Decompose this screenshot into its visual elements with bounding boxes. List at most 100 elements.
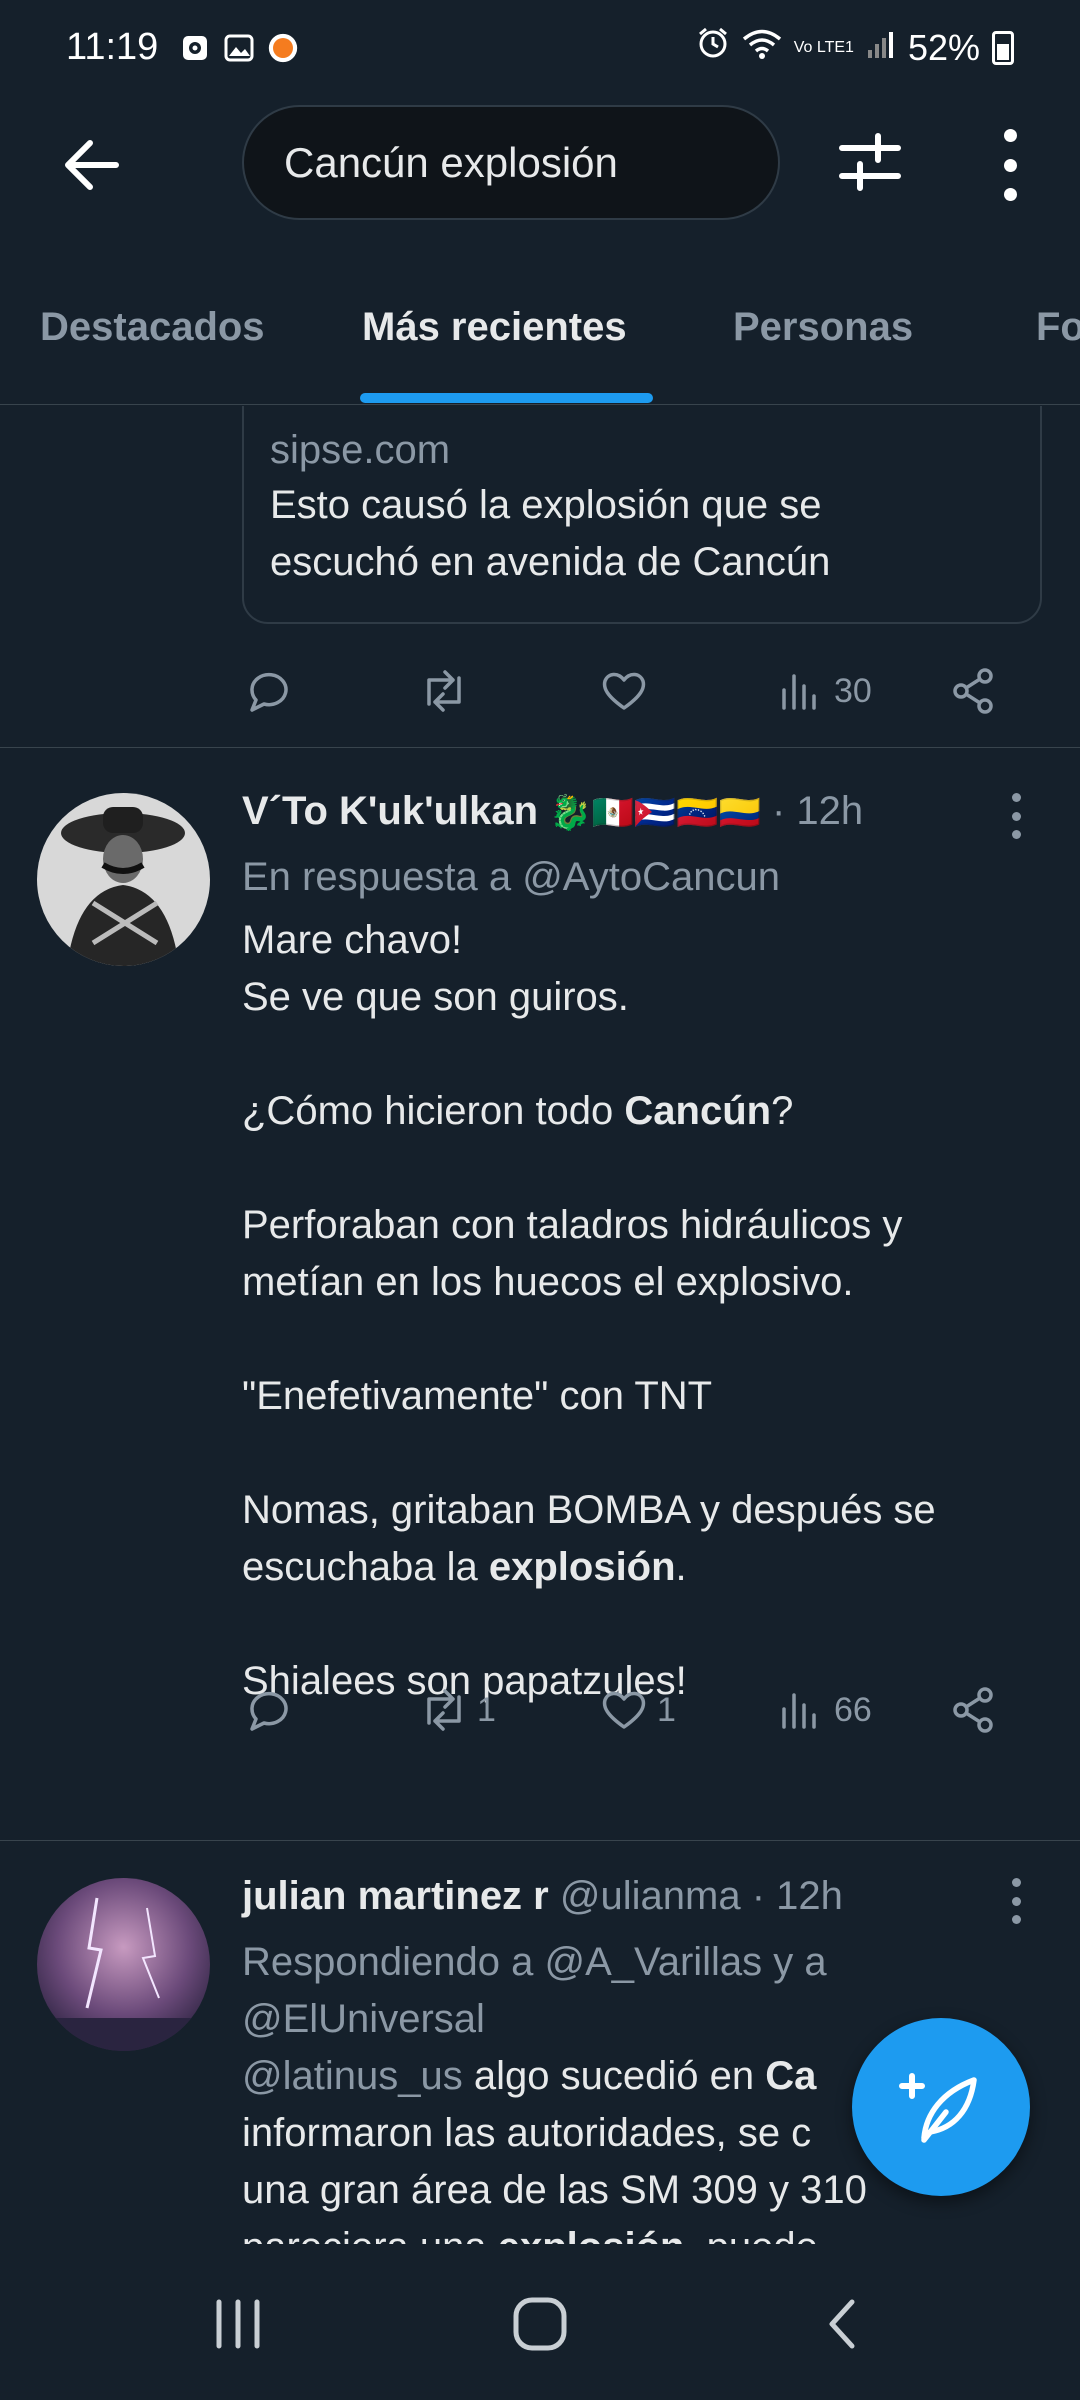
active-tab-indicator — [360, 393, 653, 403]
link-title-line: Esto causó la explosión que se — [270, 483, 822, 527]
search-input[interactable]: Cancún explosión — [242, 105, 780, 220]
views-button[interactable]: 30 — [774, 664, 872, 718]
tweet-line: Perforaban con taladros hidráulicos y — [242, 1203, 903, 1247]
like-button[interactable]: 1 — [597, 1683, 676, 1737]
dot — [1003, 129, 1017, 142]
battery-icon — [992, 30, 1014, 65]
like-count: 1 — [657, 1690, 676, 1729]
battery-percent: 52% — [907, 26, 980, 68]
notification-icon — [180, 33, 210, 63]
link-domain: sipse.com — [270, 428, 451, 472]
gallery-icon — [224, 33, 254, 63]
compose-feather-icon — [899, 2073, 977, 2143]
author-emoji: 🐉🇲🇽🇨🇺🇻🇪🇨🇴 — [549, 794, 761, 832]
share-button[interactable] — [947, 1683, 1001, 1737]
tweet-line: escuchaba la explosión. — [242, 1545, 687, 1589]
dot — [1011, 793, 1021, 802]
reply-handle[interactable]: @AytoCancun — [522, 855, 780, 899]
tweet-more-button[interactable] — [1010, 793, 1022, 839]
signal-icon — [866, 27, 896, 69]
back-button[interactable] — [55, 130, 125, 200]
tweet-line: Se ve que son guiros. — [242, 975, 629, 1019]
share-icon — [953, 1687, 993, 1733]
home-icon — [513, 2297, 567, 2351]
tweet-more-button[interactable] — [1010, 1878, 1022, 1924]
link-preview-card[interactable]: sipse.com Esto causó la explosión que se… — [242, 406, 1042, 624]
author-handle[interactable]: @ulianma — [560, 1874, 741, 1918]
search-tabs: Destacados Más recientes Personas Fo — [0, 265, 1080, 405]
reply-context: En respuesta a @AytoCancun — [242, 849, 780, 906]
dot — [1011, 811, 1021, 821]
search-header: Cancún explosión — [0, 95, 1080, 230]
heart-icon — [602, 672, 646, 710]
status-right: Vo LTE1 52% — [696, 26, 1014, 69]
reply-icon — [250, 672, 288, 712]
wifi-icon — [742, 27, 782, 69]
tweet-text: Mare chavo! Se ve que son guiros. ¿Cómo … — [242, 912, 1042, 1710]
search-query: Cancún explosión — [284, 138, 618, 186]
views-count: 30 — [834, 671, 872, 710]
tweet-line: Nomas, gritaban BOMBA y después se — [242, 1488, 936, 1532]
tweet-header: julian martinez r @ulianma · 12h — [242, 1874, 843, 1919]
dot — [1011, 1896, 1021, 1906]
tweet-line: Mare chavo! — [242, 918, 463, 962]
reply-button[interactable] — [242, 664, 296, 718]
retweet-button[interactable]: 1 — [417, 1683, 496, 1737]
author-name[interactable]: V´To K'uk'ulkan — [242, 789, 538, 833]
more-options-button[interactable] — [975, 125, 1045, 205]
views-icon — [782, 1693, 816, 1729]
reply-icon — [250, 1691, 288, 1731]
tab-destacados[interactable]: Destacados — [40, 305, 265, 350]
dot — [1011, 1915, 1021, 1924]
back-nav-icon — [829, 2299, 855, 2349]
recent-apps-button[interactable] — [198, 2292, 278, 2356]
views-icon — [782, 674, 816, 710]
tweet-time: · 12h — [751, 1874, 843, 1918]
reply-line[interactable]: @ElUniversal — [242, 1991, 827, 2048]
author-name[interactable]: julian martinez r — [242, 1874, 549, 1918]
avatar-image — [37, 793, 210, 966]
status-time: 11:19 — [66, 26, 159, 68]
tweet-header: V´To K'uk'ulkan 🐉🇲🇽🇨🇺🇻🇪🇨🇴 · 12h — [242, 789, 863, 834]
alarm-icon — [696, 26, 730, 69]
tab-personas[interactable]: Personas — [733, 305, 913, 350]
search-results-feed[interactable]: sipse.com Esto causó la explosión que se… — [0, 406, 1080, 2244]
dot — [1011, 1878, 1021, 1887]
views-button[interactable]: 66 — [774, 1683, 872, 1737]
tab-fotos[interactable]: Fo — [1036, 305, 1080, 350]
system-navigation-bar — [0, 2244, 1080, 2400]
network-label: Vo LTE1 — [793, 38, 854, 56]
search-filters-button[interactable] — [838, 130, 908, 200]
recent-apps-icon — [216, 2299, 260, 2349]
arrow-left-icon — [65, 140, 119, 190]
tab-mas-recientes[interactable]: Más recientes — [362, 305, 627, 350]
reply-prefix: En respuesta a — [242, 855, 512, 899]
reply-line[interactable]: Respondiendo a @A_Varillas y a — [242, 1934, 827, 1991]
tweet-actions: 30 — [242, 656, 1022, 726]
mention-link[interactable]: @latinus_us — [242, 2054, 463, 2098]
tweet-actions: 1 1 66 — [242, 1675, 1022, 1745]
tweet-line: ¿Cómo hicieron todo Cancún? — [242, 1089, 794, 1133]
back-nav-button[interactable] — [802, 2292, 882, 2356]
home-button[interactable] — [500, 2292, 580, 2356]
tweet-line: "Enefetivamente" con TNT — [242, 1374, 713, 1418]
compose-tweet-button[interactable] — [852, 2018, 1030, 2196]
retweet-count: 1 — [477, 1690, 496, 1729]
avatar[interactable] — [37, 1878, 210, 2051]
retweet-button[interactable] — [417, 664, 471, 718]
reply-button[interactable] — [242, 1683, 296, 1737]
dot — [1011, 830, 1021, 839]
dot — [1003, 188, 1017, 201]
views-count: 66 — [834, 1690, 872, 1729]
dot — [1003, 158, 1017, 172]
share-button[interactable] — [947, 664, 1001, 718]
link-title-line: escuchó en avenida de Cancún — [270, 540, 831, 584]
tweet-line: pareciera una explosión, puede — [242, 2219, 1042, 2244]
status-bar: 11:19 Vo LTE1 52% — [0, 0, 1080, 95]
tweet-line: metían en los huecos el explosivo. — [242, 1260, 854, 1304]
share-icon — [953, 668, 993, 714]
like-button[interactable] — [597, 664, 651, 718]
tweet[interactable]: V´To K'uk'ulkan 🐉🇲🇽🇨🇺🇻🇪🇨🇴 · 12h En respu… — [0, 747, 1080, 1840]
avatar[interactable] — [37, 793, 210, 966]
retweet-icon — [427, 670, 461, 712]
